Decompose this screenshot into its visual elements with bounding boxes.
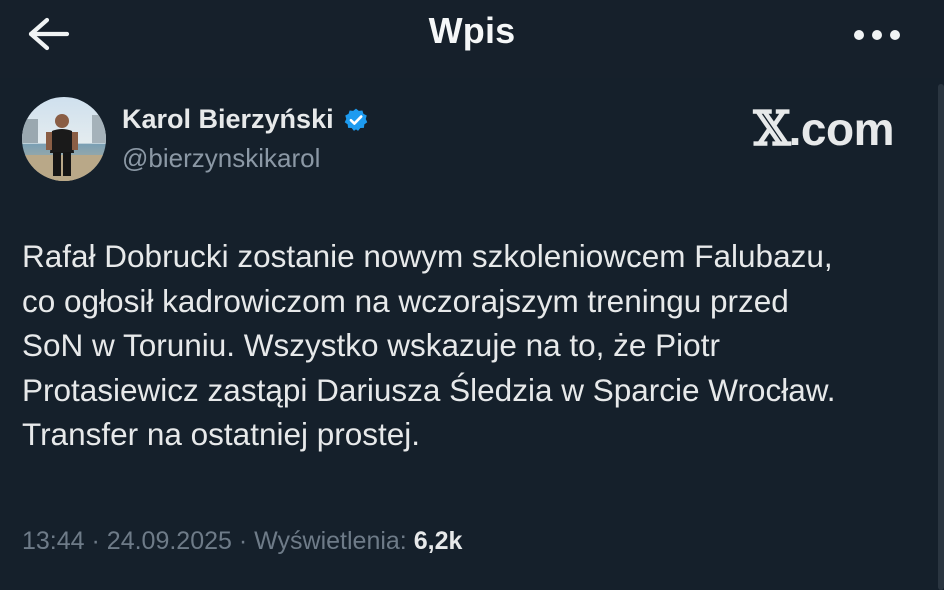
- author-name[interactable]: Karol Bierzyński: [122, 104, 334, 135]
- tweet-text: Rafał Dobrucki zostanie nowym szkoleniow…: [22, 238, 836, 452]
- brand-suffix: .com: [788, 103, 895, 155]
- meta-separator: ·: [91, 527, 100, 555]
- more-horizontal-icon: [854, 30, 900, 40]
- author-handle[interactable]: @bierzynskikarol: [122, 143, 320, 174]
- x-com-logo: 𝕏 .com: [753, 101, 894, 157]
- avatar-photo: [22, 97, 106, 181]
- x-logo-icon: 𝕏: [753, 101, 790, 157]
- tweet-date[interactable]: 24.09.2025: [107, 527, 232, 555]
- page-title: Wpis: [428, 10, 516, 51]
- scrollbar[interactable]: [938, 84, 944, 590]
- author-avatar[interactable]: [22, 97, 106, 181]
- top-bar: Wpis: [0, 0, 944, 78]
- more-options-button[interactable]: [850, 24, 904, 46]
- tweet-time[interactable]: 13:44: [22, 527, 85, 555]
- author-name-row[interactable]: Karol Bierzyński: [122, 104, 369, 135]
- meta-separator: ·: [238, 527, 248, 555]
- tweet-meta: 13:44 · 24.09.2025 · Wyświetlenia: 6,2k: [22, 527, 462, 556]
- views-count: 6,2k: [413, 527, 463, 555]
- views-label: Wyświetlenia:: [254, 527, 407, 555]
- verified-badge-icon: [344, 108, 367, 131]
